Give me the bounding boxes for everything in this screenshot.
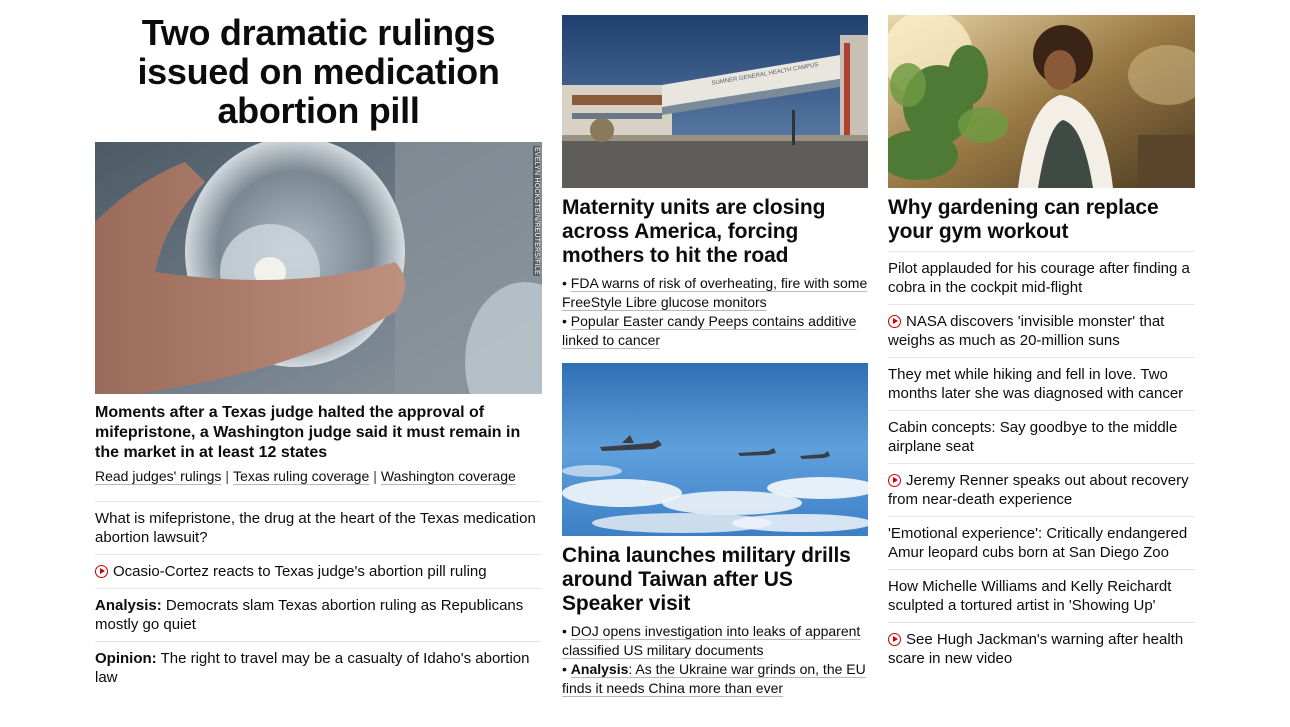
maternity-story-image[interactable]: SUMNER GENERAL HEALTH CAMPUS: [562, 15, 868, 188]
list-item[interactable]: Pilot applauded for his courage after fi…: [888, 251, 1195, 304]
list-item[interactable]: • DOJ opens investigation into leaks of …: [562, 622, 868, 660]
pill-cup-photo: [95, 142, 542, 394]
list-item[interactable]: • Analysis: As the Ukraine war grinds on…: [562, 660, 868, 698]
list-item[interactable]: 'Emotional experience': Critically endan…: [888, 516, 1195, 569]
right-column: Why gardening can replace your gym worko…: [888, 0, 1195, 675]
middle-column: SUMNER GENERAL HEALTH CAMPUS Maternity u…: [562, 0, 868, 698]
main-headline[interactable]: Two dramatic rulings issued on medicatio…: [95, 13, 542, 130]
list-item[interactable]: Ocasio-Cortez reacts to Texas judge's ab…: [95, 554, 542, 588]
gardening-photo: [888, 15, 1195, 188]
news-homepage: Two dramatic rulings issued on medicatio…: [0, 0, 1290, 727]
play-video-icon: [888, 474, 901, 487]
related-links: Read judges' rulings | Texas ruling covera…: [95, 468, 516, 484]
maternity-story-title[interactable]: Maternity units are closing across Ameri…: [562, 196, 868, 268]
play-video-icon: [888, 633, 901, 646]
analysis-label: Analysis: [570, 661, 629, 677]
list-item[interactable]: • FDA warns of risk of overheating, fire…: [562, 274, 868, 312]
texas-ruling-link[interactable]: Texas ruling coverage: [233, 468, 369, 484]
taiwan-story-image[interactable]: [562, 363, 868, 536]
taiwan-related-bullets: • DOJ opens investigation into leaks of …: [562, 622, 868, 698]
washington-coverage-link[interactable]: Washington coverage: [381, 468, 516, 484]
lead-story-title[interactable]: Moments after a Texas judge halted the a…: [95, 403, 542, 463]
taiwan-story-title[interactable]: China launches military drills around Ta…: [562, 544, 868, 616]
list-item[interactable]: See Hugh Jackman's warning after health …: [888, 622, 1195, 675]
image-credit: EVELYN HOCKSTEIN/REUTERS/FILE: [533, 146, 540, 276]
analysis-label: Analysis:: [95, 597, 162, 614]
lead-related-list: What is mifepristone, the drug at the he…: [95, 501, 542, 694]
gardening-story-title[interactable]: Why gardening can replace your gym worko…: [888, 196, 1195, 244]
opinion-label: Opinion:: [95, 650, 157, 667]
list-item[interactable]: How Michelle Williams and Kelly Reichard…: [888, 569, 1195, 622]
list-item[interactable]: Opinion: The right to travel may be a ca…: [95, 641, 542, 694]
list-item[interactable]: • Popular Easter candy Peeps contains ad…: [562, 312, 868, 350]
maternity-related-bullets: • FDA warns of risk of overheating, fire…: [562, 274, 868, 350]
list-item[interactable]: Analysis: Democrats slam Texas abortion …: [95, 588, 542, 641]
right-headline-list: Pilot applauded for his courage after fi…: [888, 251, 1195, 675]
list-item[interactable]: They met while hiking and fell in love. …: [888, 357, 1195, 410]
hospital-photo: SUMNER GENERAL HEALTH CAMPUS: [562, 15, 868, 188]
gardening-story-image[interactable]: [888, 15, 1195, 188]
list-item[interactable]: What is mifepristone, the drug at the he…: [95, 501, 542, 554]
play-video-icon: [888, 315, 901, 328]
jets-over-clouds-photo: [562, 363, 868, 536]
lead-story-column: Two dramatic rulings issued on medicatio…: [95, 0, 542, 694]
list-item[interactable]: Cabin concepts: Say goodbye to the middl…: [888, 410, 1195, 463]
list-item[interactable]: Jeremy Renner speaks out about recovery …: [888, 463, 1195, 516]
judges-rulings-link[interactable]: Read judges' rulings: [95, 468, 221, 484]
play-video-icon: [95, 565, 108, 578]
list-item[interactable]: NASA discovers 'invisible monster' that …: [888, 304, 1195, 357]
lead-story-image[interactable]: EVELYN HOCKSTEIN/REUTERS/FILE: [95, 142, 542, 394]
